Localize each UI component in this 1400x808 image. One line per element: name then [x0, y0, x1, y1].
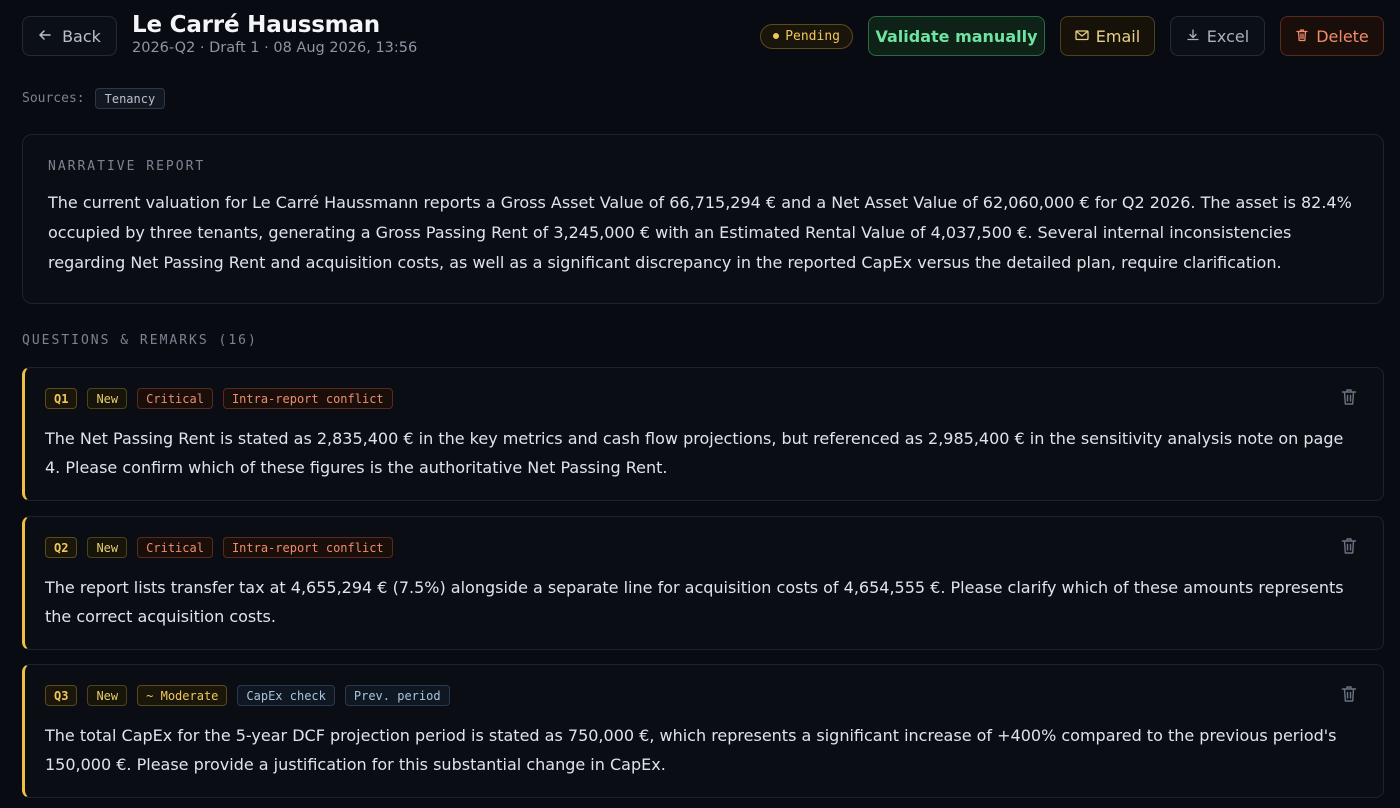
question-severity: ~ Moderate [137, 685, 228, 706]
question-status: New [87, 685, 128, 706]
narrative-label: NARRATIVE REPORT [48, 159, 206, 174]
question-category: CapEx check [237, 685, 335, 706]
question-category: Intra-report conflict [222, 537, 393, 558]
status-label: Pending [785, 28, 840, 44]
question-text: The Net Passing Rent is stated as 2,835,… [45, 429, 1344, 477]
source-chip[interactable]: Tenancy [94, 88, 166, 109]
header-actions: Pending Validate manually Email Excel De… [760, 16, 1384, 56]
status-dot-icon [773, 33, 780, 39]
narrative-text: The current valuation for Le Carré Hauss… [48, 193, 1352, 272]
question-id: Q2 [45, 537, 78, 558]
question-id: Q3 [45, 685, 78, 706]
mail-icon [1075, 27, 1089, 46]
email-label: Email [1095, 26, 1141, 46]
trash-icon[interactable] [1341, 388, 1359, 406]
question-tags: Q1 New Critical Intra-report conflict [45, 388, 1363, 409]
sources-label: Sources: [22, 91, 85, 106]
excel-label: Excel [1206, 26, 1250, 46]
question-card: Q1 New Critical Intra-report conflict Th… [22, 367, 1384, 501]
email-button[interactable]: Email [1060, 16, 1155, 56]
arrow-left-icon [38, 27, 52, 46]
download-icon [1186, 27, 1200, 46]
back-label: Back [62, 26, 101, 46]
question-category: Prev. period [344, 685, 450, 706]
question-card: Q2 New Critical Intra-report conflict Th… [22, 516, 1384, 650]
delete-label: Delete [1316, 26, 1369, 46]
status-badge: Pending [760, 23, 853, 49]
question-tags: Q3 New ~ Moderate CapEx check Prev. peri… [45, 685, 1363, 706]
excel-button[interactable]: Excel [1170, 16, 1265, 56]
question-text: The report lists transfer tax at 4,655,2… [45, 578, 1344, 626]
validate-label: Validate manually [875, 26, 1038, 46]
trash-icon [1295, 27, 1309, 46]
question-status: New [87, 537, 128, 558]
page-subtitle: 2026-Q2 · Draft 1 · 08 Aug 2026, 13:56 [132, 40, 418, 56]
back-button[interactable]: Back [22, 16, 117, 56]
question-card: Q3 New ~ Moderate CapEx check Prev. peri… [22, 664, 1384, 798]
question-tags: Q2 New Critical Intra-report conflict [45, 537, 1363, 558]
question-text: The total CapEx for the 5-year DCF proje… [45, 726, 1337, 774]
top-bar: Back Le Carré Haussman 2026-Q2 · Draft 1… [22, 12, 1384, 62]
question-severity: Critical [137, 388, 213, 409]
question-severity: Critical [137, 537, 213, 558]
questions-section-label: QUESTIONS & REMARKS (16) [22, 333, 258, 348]
narrative-report-card: NARRATIVE REPORT The current valuation f… [22, 134, 1384, 304]
sources-row: Sources: Tenancy [22, 88, 166, 109]
question-status: New [87, 388, 128, 409]
question-category: Intra-report conflict [222, 388, 393, 409]
delete-button[interactable]: Delete [1280, 16, 1384, 56]
trash-icon[interactable] [1341, 537, 1359, 555]
trash-icon[interactable] [1341, 685, 1359, 703]
validate-manually-button[interactable]: Validate manually [868, 16, 1045, 56]
title-block: Le Carré Haussman 2026-Q2 · Draft 1 · 08… [132, 12, 417, 56]
question-id: Q1 [45, 388, 78, 409]
page-title: Le Carré Haussman [132, 12, 380, 38]
